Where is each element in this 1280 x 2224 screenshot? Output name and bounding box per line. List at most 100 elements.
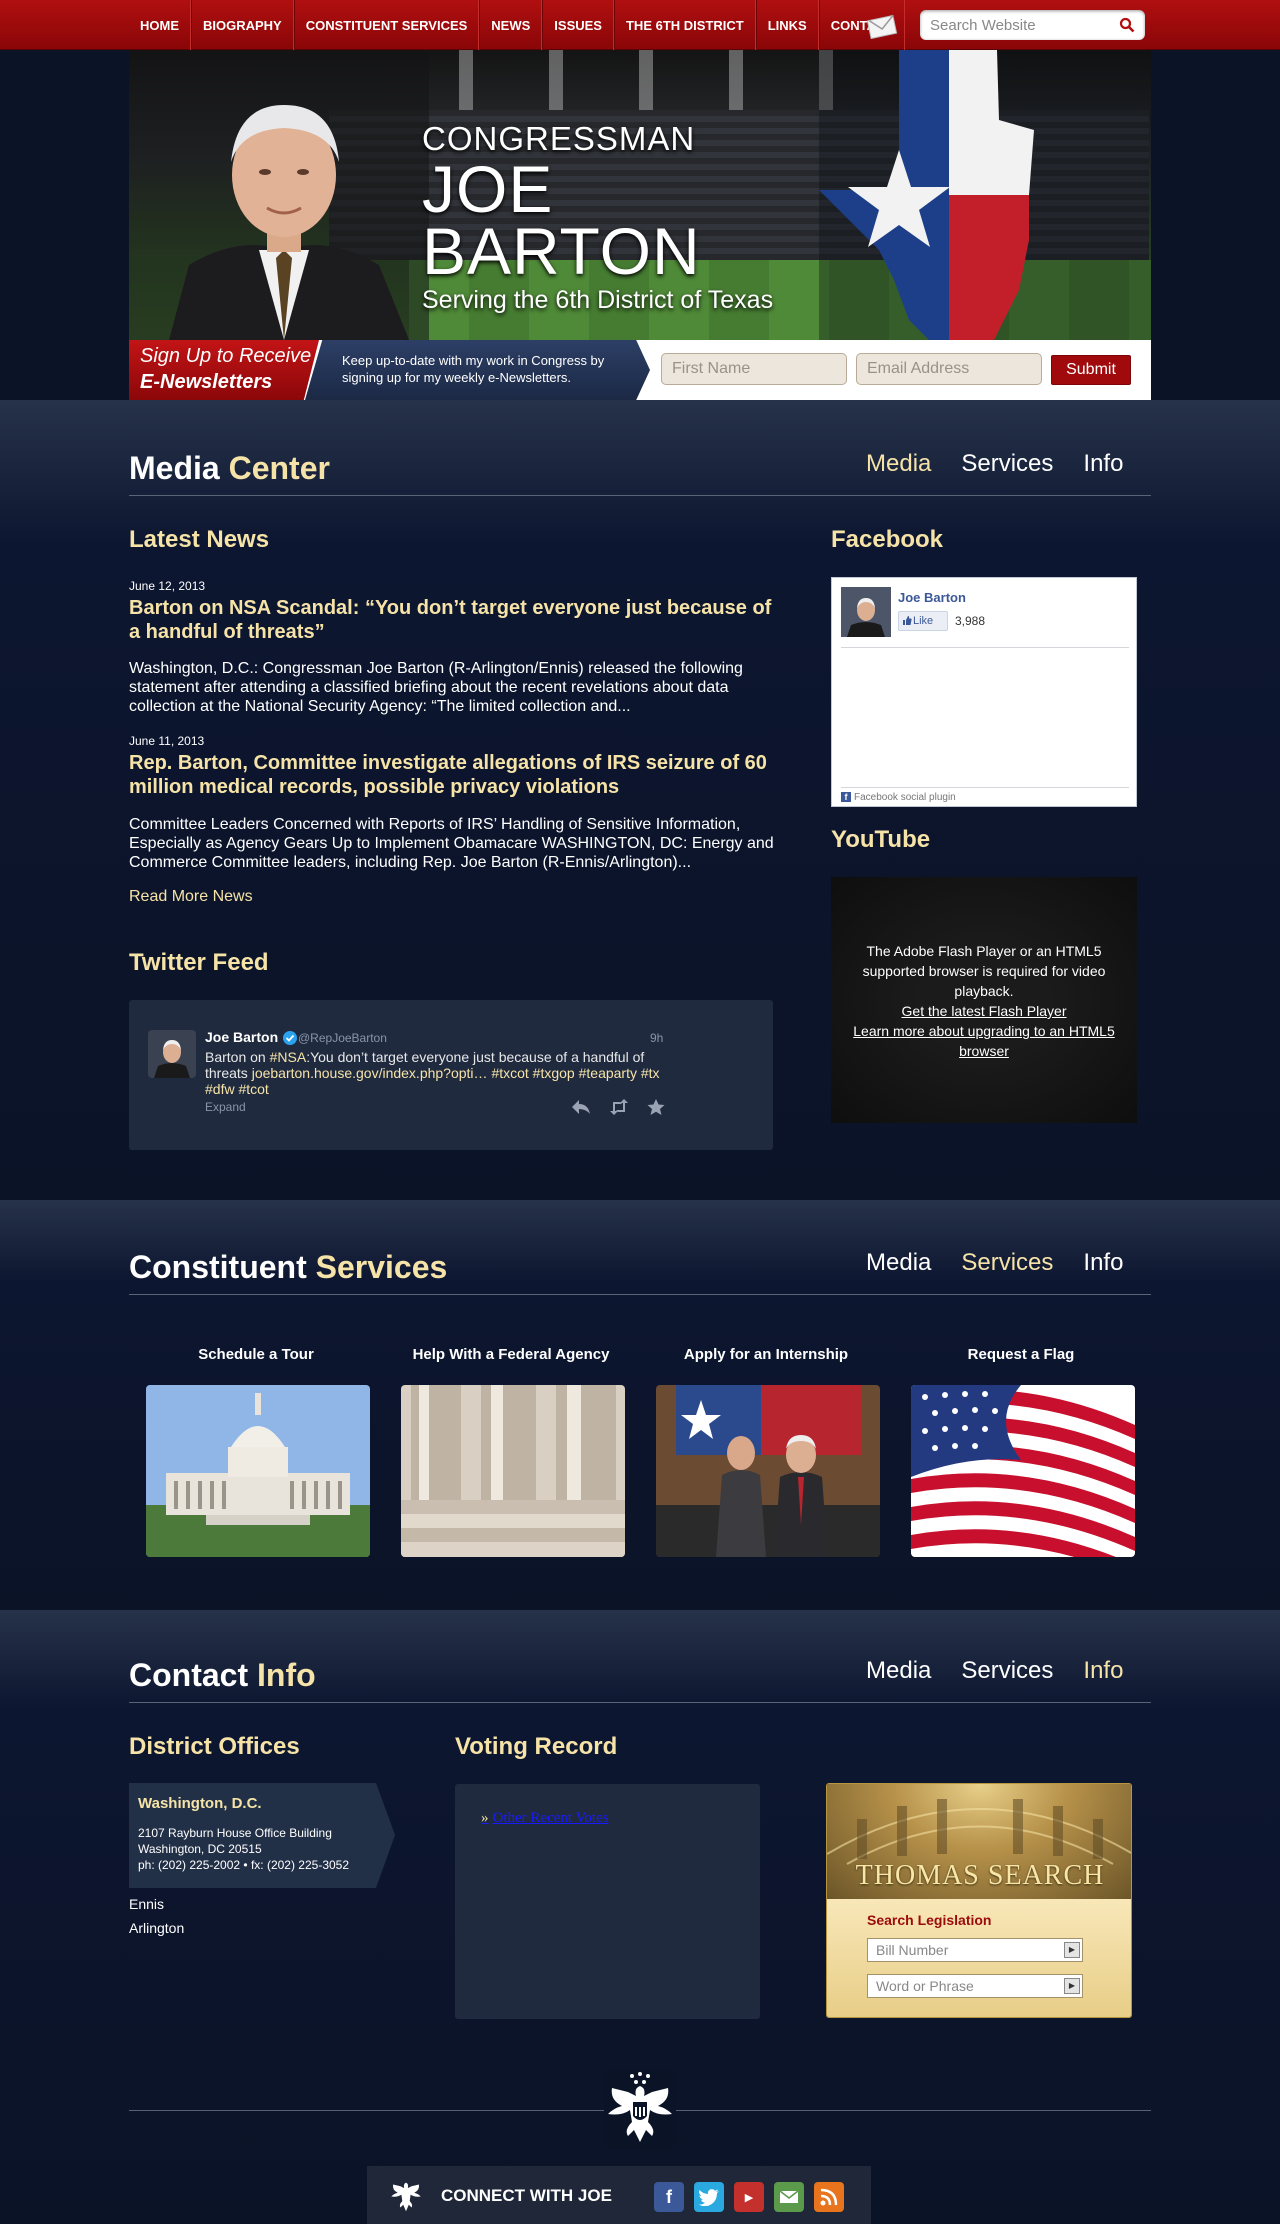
read-more-news-link[interactable]: Read More News (129, 888, 253, 906)
word-phrase-field[interactable] (867, 1974, 1083, 1998)
bill-number-field[interactable] (867, 1938, 1083, 1962)
capitol-building-image[interactable] (146, 1385, 370, 1557)
news-title-link[interactable]: Barton on NSA Scandal: “You don’t target… (129, 596, 774, 644)
media-title-part1: Media (129, 450, 220, 486)
dc-office-address-line: Washington, DC 20515 (138, 1842, 262, 1856)
tab-media[interactable]: Media (866, 1249, 931, 1277)
facebook-divider (841, 647, 1129, 648)
bill-search-go-icon[interactable]: ▶ (1064, 1942, 1080, 1958)
tweet-url-link[interactable]: joebarton.house.gov/index.php?opti… (252, 1065, 488, 1081)
news-date: June 11, 2013 (129, 734, 205, 748)
search-icon[interactable] (1119, 17, 1135, 33)
facebook-footer-text[interactable]: Facebook social plugin (854, 792, 956, 803)
office-ennis[interactable]: Ennis (129, 1896, 164, 1912)
email-signup-icon[interactable] (866, 10, 898, 40)
service-label-internship[interactable]: Apply for an Internship (651, 1346, 881, 1363)
section-divider (129, 1294, 1151, 1295)
retweet-icon[interactable] (608, 1098, 630, 1116)
nav-item-6th-district[interactable]: THE 6TH DISTRICT (613, 0, 756, 50)
nav-item-constituent-services[interactable]: CONSTITUENT SERVICES (293, 0, 480, 50)
rss-feed-icon[interactable] (814, 2182, 844, 2212)
first-name-field[interactable] (661, 353, 847, 385)
contact-info-title: Contact Info (129, 1657, 316, 1694)
facebook-avatar[interactable] (841, 587, 891, 637)
email-field[interactable] (856, 353, 1042, 385)
newsletter-blurb-block: Keep up-to-date with my work in Congress… (305, 340, 650, 400)
twitter-icon[interactable] (694, 2182, 724, 2212)
thomas-search-title: THOMAS SEARCH (855, 1860, 1105, 1891)
service-label-federal-agency[interactable]: Help With a Federal Agency (396, 1346, 626, 1363)
tab-services[interactable]: Services (961, 1249, 1053, 1277)
newsletter-blurb: Keep up-to-date with my work in Congress… (342, 353, 605, 385)
newsletter-submit-button[interactable]: Submit (1051, 355, 1131, 385)
tab-services[interactable]: Services (961, 450, 1053, 478)
contact-title-part1: Contact (129, 1657, 249, 1693)
youtube-player[interactable]: The Adobe Flash Player or an HTML5 suppo… (831, 877, 1137, 1123)
search-input[interactable] (920, 10, 1100, 40)
hero-banner: CONGRESSMAN JOE BARTON Serving the 6th D… (129, 50, 1151, 340)
nav-item-home[interactable]: HOME (129, 0, 191, 50)
newsletter-title-block: Sign Up to Receive E-Newsletters (129, 340, 319, 400)
reply-icon[interactable] (570, 1098, 592, 1116)
thomas-dome-image: THOMAS SEARCH (827, 1784, 1131, 1899)
tweet-timestamp[interactable]: 9h (650, 1031, 663, 1045)
facebook-like-button[interactable]: Like (898, 611, 948, 631)
texas-flag-map-image (819, 50, 1151, 340)
tweet-hashtag-link[interactable]: #NSA (270, 1049, 307, 1065)
news-excerpt: Washington, D.C.: Congressman Joe Barton… (129, 660, 743, 715)
news-title-link[interactable]: Rep. Barton, Committee investigate alleg… (129, 751, 774, 799)
tab-info[interactable]: Info (1083, 1657, 1123, 1685)
banner-headline: CONGRESSMAN JOE BARTON Serving the 6th D… (422, 120, 842, 315)
email-icon[interactable] (774, 2182, 804, 2212)
service-label-tour[interactable]: Schedule a Tour (141, 1346, 371, 1363)
tweet-actions (570, 1098, 666, 1116)
facebook-icon[interactable]: f (654, 2182, 684, 2212)
tab-services[interactable]: Services (961, 1657, 1053, 1685)
district-offices-heading: District Offices (129, 1733, 300, 1760)
internship-photo-image[interactable] (656, 1385, 880, 1557)
nav-item-links[interactable]: LINKS (755, 0, 819, 50)
services-section-tabs: Media Services Info (866, 1249, 1123, 1277)
newsletter-signup-bar: Sign Up to Receive E-Newsletters Keep up… (129, 340, 1151, 400)
latest-news-heading: Latest News (129, 526, 270, 553)
facebook-page-name[interactable]: Joe Barton (898, 590, 966, 605)
tweet-author-name[interactable]: Joe Barton (205, 1029, 278, 1045)
phrase-search-go-icon[interactable]: ▶ (1064, 1978, 1080, 1994)
get-flash-player-link[interactable]: Get the latest Flash Player (845, 1001, 1123, 1021)
tweet-handle[interactable]: @RepJoeBarton (298, 1031, 387, 1045)
favorite-star-icon[interactable] (646, 1098, 666, 1116)
facebook-like-count: 3,988 (955, 614, 986, 628)
youtube-flash-message: The Adobe Flash Player or an HTML5 suppo… (862, 943, 1106, 999)
verified-badge-icon (283, 1031, 297, 1045)
tab-media[interactable]: Media (866, 450, 931, 478)
envelope-glyph (779, 2190, 799, 2203)
tweet-text-part: Barton on (205, 1049, 270, 1065)
media-section-tabs: Media Services Info (866, 450, 1123, 478)
search-legislation-label: Search Legislation (867, 1912, 992, 1928)
service-label-flag[interactable]: Request a Flag (906, 1346, 1136, 1363)
newsletter-title-line2: E-Newsletters (140, 371, 273, 393)
connect-label: CONNECT WITH JOE (441, 2186, 612, 2205)
news-date: June 12, 2013 (129, 579, 206, 593)
tweet-expand-link[interactable]: Expand (205, 1100, 246, 1114)
eagle-seal-icon (391, 2182, 421, 2212)
nav-menu: HOME BIOGRAPHY CONSTITUENT SERVICES NEWS… (129, 0, 906, 50)
tab-info[interactable]: Info (1083, 450, 1123, 478)
american-flag-image[interactable] (911, 1385, 1135, 1557)
html5-upgrade-link[interactable]: Learn more about upgrading to an HTML5 b… (845, 1021, 1123, 1061)
facebook-widget: Joe Barton Like 3,988 f Facebook social p… (831, 577, 1137, 807)
nav-item-news[interactable]: NEWS (479, 0, 543, 50)
tab-info[interactable]: Info (1083, 1249, 1123, 1277)
nav-item-issues[interactable]: ISSUES (542, 0, 614, 50)
other-recent-votes-link[interactable]: » Other Recent Votes (481, 1810, 609, 1827)
tab-media[interactable]: Media (866, 1657, 931, 1685)
constituent-services-title: Constituent Services (129, 1249, 447, 1286)
tweet-avatar[interactable] (148, 1030, 196, 1078)
office-arlington[interactable]: Arlington (129, 1920, 184, 1936)
federal-columns-image[interactable] (401, 1385, 625, 1557)
voting-record-box: » Other Recent Votes (455, 1784, 760, 2019)
nav-item-biography[interactable]: BIOGRAPHY (191, 0, 294, 50)
youtube-flash-message-block: The Adobe Flash Player or an HTML5 suppo… (845, 941, 1123, 1061)
dc-office-address-line: 2107 Rayburn House Office Building (138, 1826, 332, 1840)
youtube-icon[interactable]: ▶ (734, 2182, 764, 2212)
